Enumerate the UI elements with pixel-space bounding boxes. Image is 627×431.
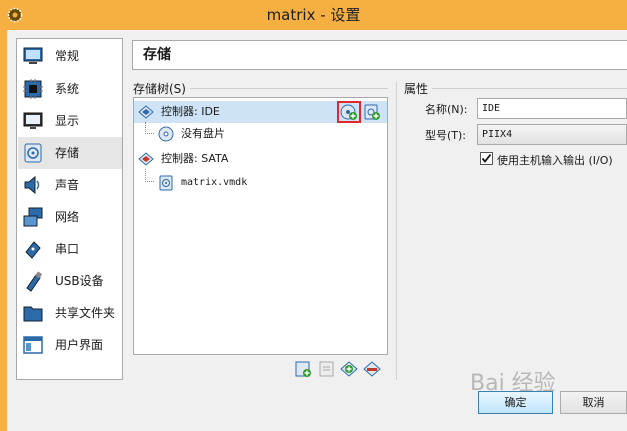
usb-icon (26, 271, 43, 292)
sidebar-item-label: USB设备 (55, 274, 104, 288)
attributes-title: 属性 (404, 80, 433, 97)
sidebar-item-general[interactable]: 常规 (18, 40, 122, 72)
sidebar-item-storage[interactable]: 存储 (18, 137, 122, 169)
remove-controller-icon[interactable] (363, 360, 381, 378)
attributes-divider (404, 88, 627, 89)
sidebar-item-label: 网络 (55, 210, 80, 224)
tree-connector (145, 169, 154, 182)
tree-connector (145, 122, 154, 134)
add-attachment-icon[interactable] (294, 360, 312, 378)
sata-controller-icon (138, 152, 154, 166)
host-io-cache-checkbox[interactable] (480, 152, 493, 165)
add-controller-icon[interactable] (340, 360, 358, 378)
display-icon (23, 112, 43, 129)
sidebar-item-serial[interactable]: 串口 (18, 233, 122, 265)
tree-node-controller-ide[interactable]: 控制器: IDE (134, 101, 387, 123)
window-title: matrix - 设置 (266, 6, 361, 24)
sidebar-item-label: 显示 (55, 114, 80, 128)
tree-node-label: 控制器: IDE (161, 105, 220, 118)
storage-tree-title: 存储树(S) (133, 80, 190, 97)
speaker-icon (24, 175, 40, 195)
host-io-cache-label: 使用主机输入输出 (I/O) (497, 154, 613, 167)
storage-tree[interactable]: 控制器: IDE 没有盘片 控制器: SATA matrix.vmdk (133, 97, 388, 355)
sidebar-item-label: 串口 (55, 242, 80, 256)
network-icon (23, 207, 43, 227)
sidebar-item-network[interactable]: 网络 (18, 201, 122, 233)
ide-controller-icon (138, 105, 154, 119)
monitor-icon (23, 47, 43, 64)
window-icon (23, 336, 43, 354)
sidebar-item-label: 共享文件夹 (55, 306, 116, 320)
tree-node-label: 没有盘片 (181, 127, 225, 140)
tree-node-label: matrix.vmdk (181, 177, 248, 188)
remove-attachment-icon[interactable] (318, 360, 336, 378)
sidebar-item-label: 存储 (55, 146, 80, 160)
type-label: 型号(T): (425, 129, 467, 142)
ok-button[interactable]: 确定 (478, 391, 553, 414)
hard-disk-icon (159, 175, 173, 191)
add-hard-disk-icon[interactable] (363, 103, 381, 121)
sidebar-item-label: 系统 (55, 82, 80, 96)
name-field[interactable]: IDE (477, 98, 627, 119)
settings-sidebar: 常规 系统 显示 存储 声音 网络 串口 USB设备 共享文件夹 用户界面 (16, 38, 123, 380)
sidebar-item-user-interface[interactable]: 用户界面 (18, 329, 122, 361)
sidebar-item-system[interactable]: 系统 (18, 73, 122, 105)
page-header: 存储 (132, 40, 627, 70)
serial-port-icon (25, 241, 41, 259)
panel-separator (396, 82, 397, 380)
type-select[interactable]: PIIX4 (477, 124, 627, 145)
sidebar-item-audio[interactable]: 声音 (18, 169, 122, 201)
sidebar-item-display[interactable]: 显示 (18, 105, 122, 137)
name-label: 名称(N): (425, 103, 468, 116)
cancel-button[interactable]: 取消 (560, 391, 627, 414)
storage-icon (24, 143, 42, 163)
page-title: 存储 (143, 47, 171, 63)
add-optical-drive-icon[interactable] (340, 103, 358, 121)
sidebar-item-shared-folders[interactable]: 共享文件夹 (18, 297, 122, 329)
optical-disc-icon (158, 126, 174, 142)
sidebar-item-label: 常规 (55, 49, 80, 63)
tree-node-label: 控制器: SATA (161, 152, 229, 165)
chip-icon (23, 79, 43, 99)
sidebar-item-label: 用户界面 (55, 338, 104, 352)
checkmark-icon (481, 153, 492, 163)
folder-icon (23, 306, 43, 322)
sidebar-item-label: 声音 (55, 178, 80, 192)
sidebar-item-usb[interactable]: USB设备 (18, 265, 122, 297)
